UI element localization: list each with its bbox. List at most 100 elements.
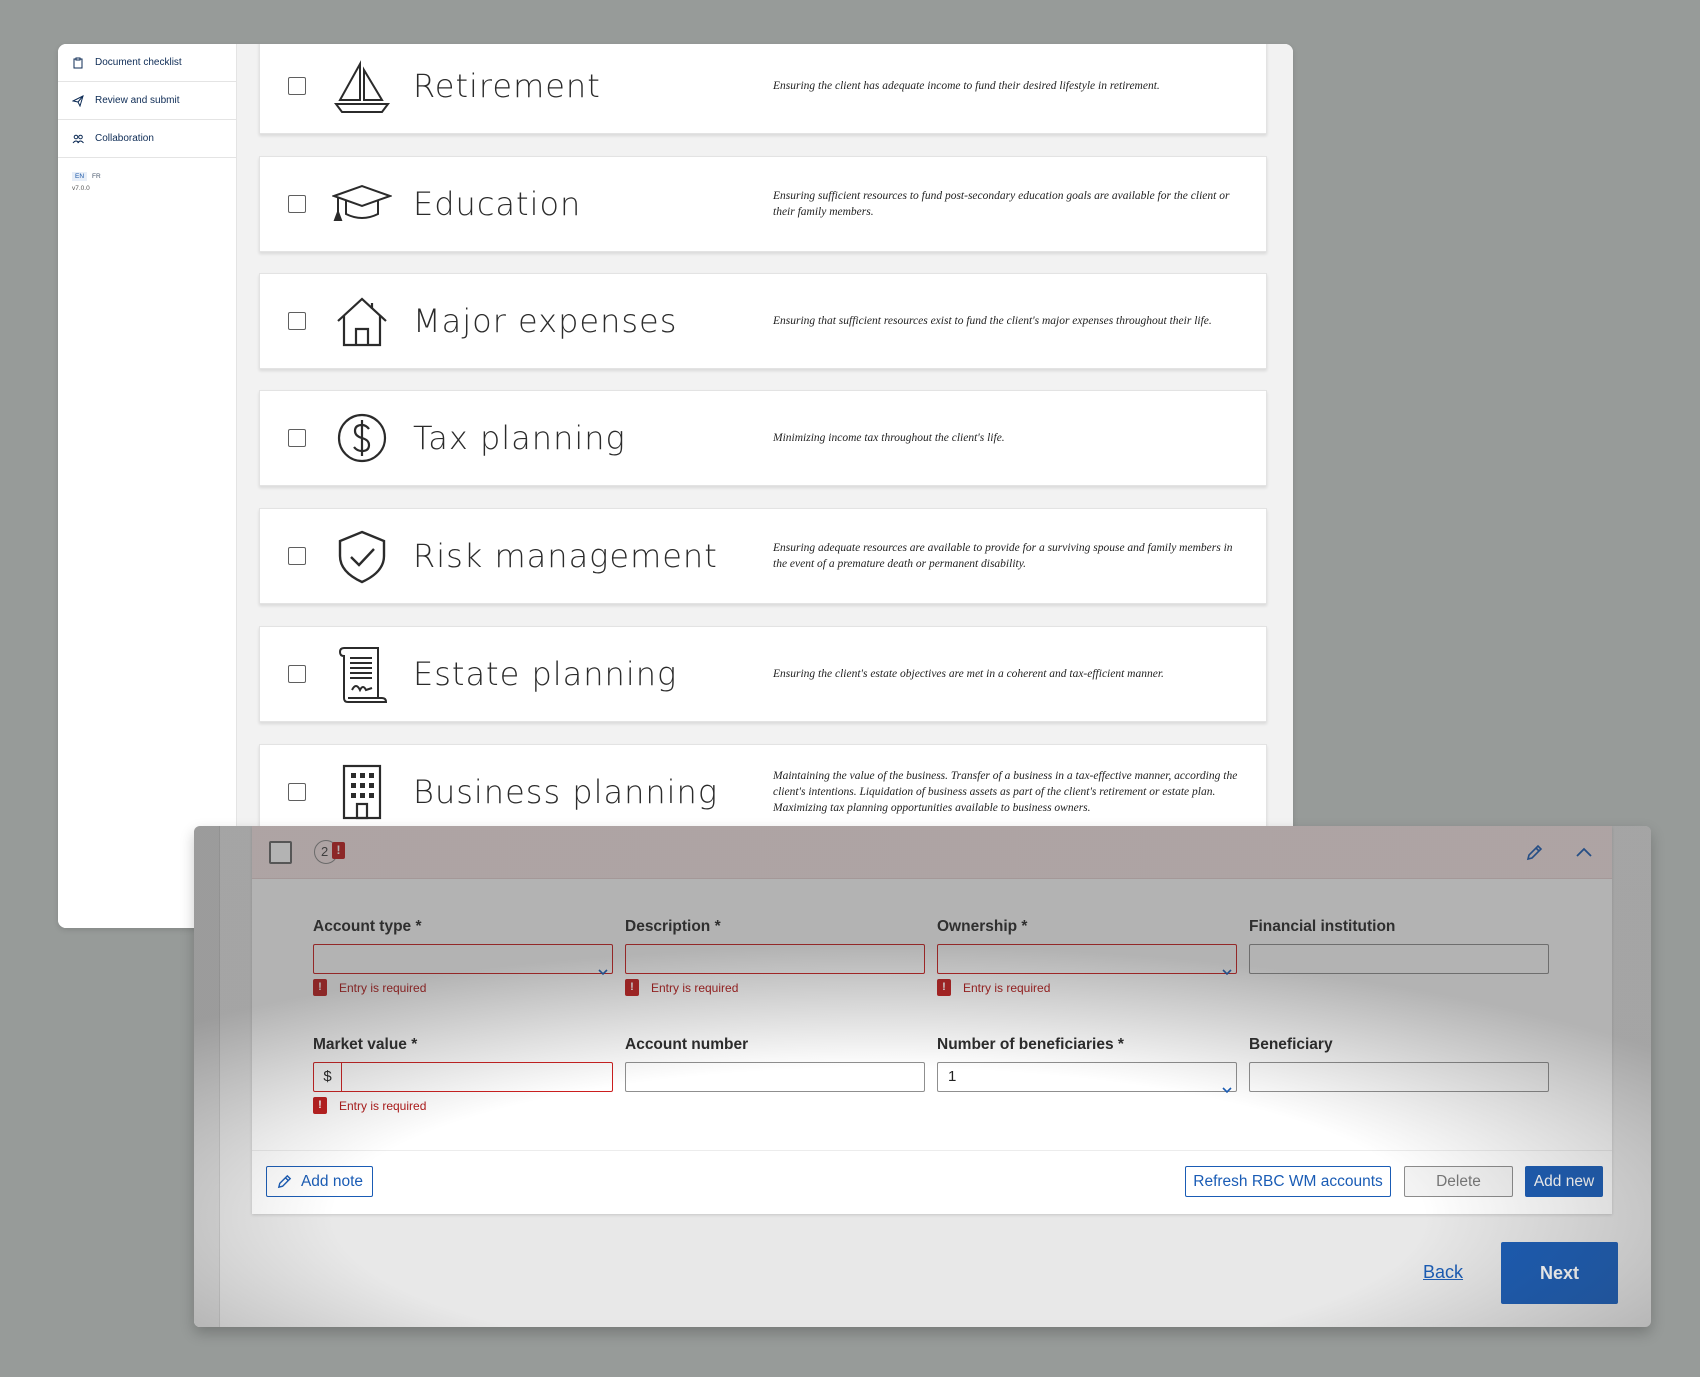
- error-indicator-icon: !: [332, 842, 345, 859]
- description-input[interactable]: [625, 944, 925, 974]
- sidebar-item-document-checklist[interactable]: Document checklist: [58, 44, 236, 82]
- app-version: v7.0.0: [72, 185, 90, 192]
- goal-title: Education: [413, 185, 582, 223]
- field-label: Account type *: [313, 918, 422, 935]
- goal-description: Ensuring the client has adequate income …: [773, 80, 1160, 92]
- beneficiary-input[interactable]: [1249, 1062, 1549, 1092]
- clipboard-icon: [73, 57, 83, 68]
- error-icon: !: [937, 979, 951, 996]
- account-checkbox[interactable]: [269, 841, 292, 864]
- house-icon: [332, 291, 392, 351]
- field-label: Number of beneficiaries *: [937, 1036, 1124, 1053]
- goal-card-tax-planning: Tax planning Minimizing income tax throu…: [259, 390, 1267, 486]
- delete-button[interactable]: Delete: [1404, 1166, 1513, 1197]
- add-note-label: Add note: [300, 1172, 364, 1190]
- financial-institution-field: Financial institution: [1249, 918, 1549, 974]
- sidebar: Document checklist Review and submit Col…: [58, 44, 237, 928]
- ownership-select[interactable]: [937, 944, 1237, 974]
- sailboat-icon: [332, 56, 392, 116]
- sidebar-item-collaboration[interactable]: Collaboration: [58, 120, 236, 158]
- goal-title: Risk management: [413, 537, 718, 575]
- field-label: Market value *: [313, 1036, 418, 1053]
- goal-title: Estate planning: [413, 655, 678, 693]
- field-label: Account number: [625, 1036, 749, 1053]
- office-building-icon: [332, 762, 392, 822]
- add-new-button[interactable]: Add new: [1525, 1166, 1603, 1197]
- account-card-header: 2 !: [252, 826, 1612, 879]
- goals-list: Retirement Ensuring the client has adequ…: [237, 44, 1293, 928]
- field-label: Beneficiary: [1249, 1036, 1333, 1053]
- field-label: Description *: [625, 918, 721, 935]
- field-error: ! Entry is required: [313, 979, 613, 996]
- people-icon: [72, 134, 84, 143]
- goal-title: Retirement: [413, 67, 601, 105]
- goal-title: Tax planning: [413, 419, 626, 457]
- market-value-input[interactable]: $: [313, 1062, 613, 1092]
- sidebar-item-label: Review and submit: [95, 95, 180, 106]
- goal-card-major-expenses: Major expenses Ensuring that sufficient …: [259, 273, 1267, 369]
- back-link[interactable]: Back: [1423, 1262, 1463, 1283]
- goal-title: Major expenses: [413, 302, 678, 340]
- sidebar-item-review-submit[interactable]: Review and submit: [58, 82, 236, 120]
- beneficiaries-count-select[interactable]: 1: [937, 1062, 1237, 1092]
- lang-en-button[interactable]: EN: [72, 172, 88, 181]
- add-note-button[interactable]: Add note: [266, 1166, 373, 1197]
- error-icon: !: [313, 979, 327, 996]
- goal-card-estate-planning: Estate planning Ensuring the client's es…: [259, 626, 1267, 722]
- goal-description: Ensuring that sufficient resources exist…: [773, 315, 1212, 327]
- goal-checkbox[interactable]: [288, 547, 306, 565]
- refresh-accounts-button[interactable]: Refresh RBC WM accounts: [1185, 1166, 1391, 1197]
- goal-checkbox[interactable]: [288, 312, 306, 330]
- shield-check-icon: [332, 526, 392, 586]
- beneficiary-field: Beneficiary: [1249, 1036, 1549, 1092]
- edit-icon[interactable]: [1524, 843, 1544, 863]
- graduation-cap-icon: [331, 174, 393, 234]
- error-icon: !: [313, 1097, 327, 1114]
- selected-value: 1: [948, 1068, 957, 1085]
- chevron-down-icon: [1222, 969, 1232, 976]
- goals-window: Document checklist Review and submit Col…: [58, 44, 1293, 928]
- field-error: ! Entry is required: [313, 1097, 613, 1114]
- lang-fr-button[interactable]: FR: [89, 172, 104, 181]
- market-value-field: Market value * $ ! Entry is required: [313, 1036, 613, 1114]
- left-rail: [194, 826, 220, 1327]
- financial-institution-input[interactable]: [1249, 944, 1549, 974]
- pencil-icon: [277, 1174, 292, 1189]
- sidebar-item-label: Document checklist: [95, 57, 182, 68]
- goal-description: Ensuring the client's estate objectives …: [773, 668, 1164, 680]
- dollar-circle-icon: [332, 408, 392, 468]
- account-card: 2 ! Account type * ! Entry is required De…: [252, 826, 1612, 1214]
- send-icon: [72, 94, 84, 107]
- account-number-field: Account number: [625, 1036, 925, 1092]
- account-form-window: 2 ! Account type * ! Entry is required De…: [194, 826, 1651, 1327]
- goal-checkbox[interactable]: [288, 77, 306, 95]
- field-error: ! Entry is required: [937, 979, 1237, 996]
- language-switcher: EN FR: [72, 172, 236, 181]
- goal-checkbox[interactable]: [288, 429, 306, 447]
- goal-description: Minimizing income tax throughout the cli…: [773, 432, 1005, 444]
- error-icon: !: [625, 979, 639, 996]
- next-button[interactable]: Next: [1501, 1242, 1618, 1304]
- account-number-input[interactable]: [625, 1062, 925, 1092]
- goal-description: Ensuring adequate resources are availabl…: [773, 542, 1233, 570]
- account-type-field: Account type * ! Entry is required: [313, 918, 613, 996]
- chevron-down-icon: [1222, 1087, 1232, 1094]
- sidebar-item-label: Collaboration: [95, 133, 154, 144]
- field-label: Ownership *: [937, 918, 1028, 935]
- account-type-select[interactable]: [313, 944, 613, 974]
- goal-title: Business planning: [413, 773, 719, 811]
- field-error: ! Entry is required: [625, 979, 925, 996]
- goal-card-risk-management: Risk management Ensuring adequate resour…: [259, 508, 1267, 604]
- ownership-field: Ownership * ! Entry is required: [937, 918, 1237, 996]
- goal-checkbox[interactable]: [288, 783, 306, 801]
- goal-description: Maintaining the value of the business. T…: [773, 770, 1238, 814]
- field-label: Financial institution: [1249, 918, 1396, 935]
- goal-checkbox[interactable]: [288, 195, 306, 213]
- chevron-down-icon: [598, 969, 608, 976]
- goal-description: Ensuring sufficient resources to fund po…: [773, 190, 1230, 218]
- description-field: Description * ! Entry is required: [625, 918, 925, 996]
- goal-card-retirement: Retirement Ensuring the client has adequ…: [259, 44, 1267, 134]
- goal-checkbox[interactable]: [288, 665, 306, 683]
- currency-prefix: $: [314, 1063, 342, 1091]
- collapse-chevron-icon[interactable]: [1574, 843, 1594, 863]
